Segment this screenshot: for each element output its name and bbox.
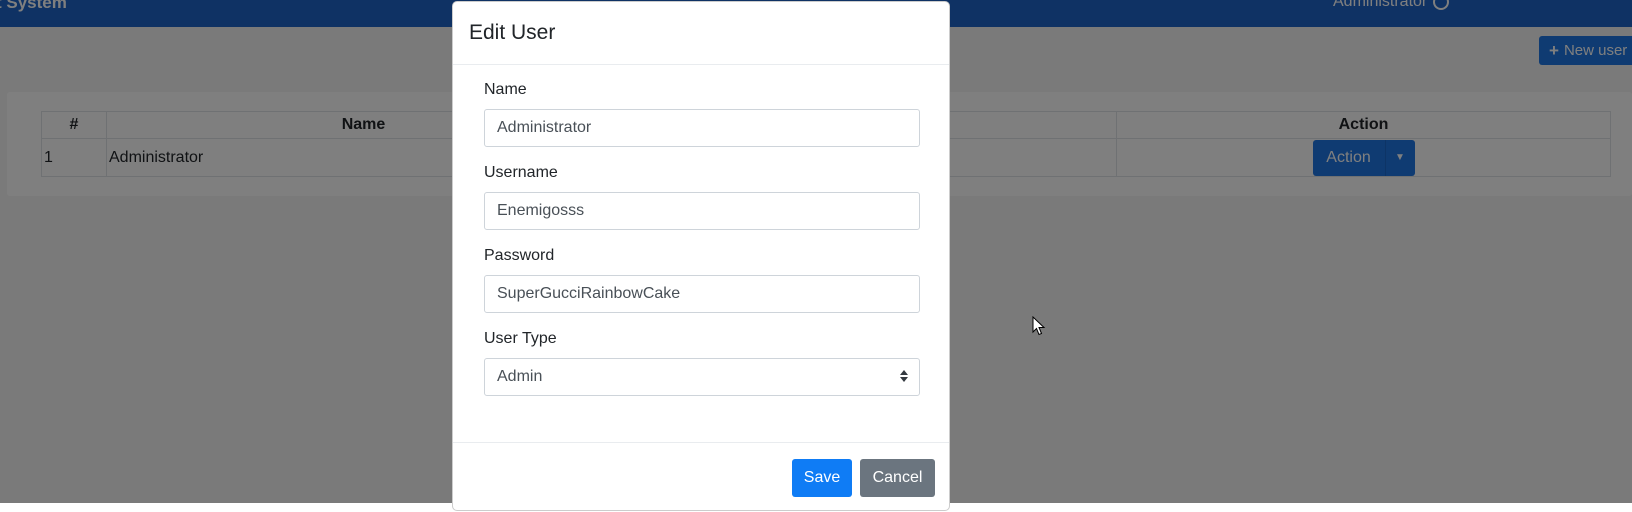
name-field[interactable] [484, 109, 920, 147]
username-field[interactable] [484, 192, 920, 230]
user-type-label: User Type [484, 330, 557, 347]
modal-footer: Save Cancel [453, 442, 949, 512]
password-label: Password [484, 247, 555, 264]
user-type-value[interactable]: Admin [484, 358, 920, 396]
updown-arrows-icon [900, 370, 908, 382]
name-label: Name [484, 81, 527, 98]
username-label: Username [484, 164, 558, 181]
edit-user-modal: Edit User Name Username Password User Ty… [452, 1, 950, 511]
name-group: Name [484, 81, 920, 147]
mouse-cursor-icon [1032, 316, 1046, 336]
password-field[interactable] [484, 275, 920, 313]
user-type-group: User Type Admin [484, 330, 920, 396]
username-group: Username [484, 164, 920, 230]
password-group: Password [484, 247, 920, 313]
modal-title: Edit User [469, 21, 556, 44]
user-type-select[interactable]: Admin [484, 358, 920, 396]
save-button[interactable]: Save [792, 459, 852, 497]
modal-header: Edit User [453, 2, 949, 65]
modal-body: Name Username Password User Type Admin [453, 65, 949, 396]
cancel-button[interactable]: Cancel [860, 459, 935, 497]
